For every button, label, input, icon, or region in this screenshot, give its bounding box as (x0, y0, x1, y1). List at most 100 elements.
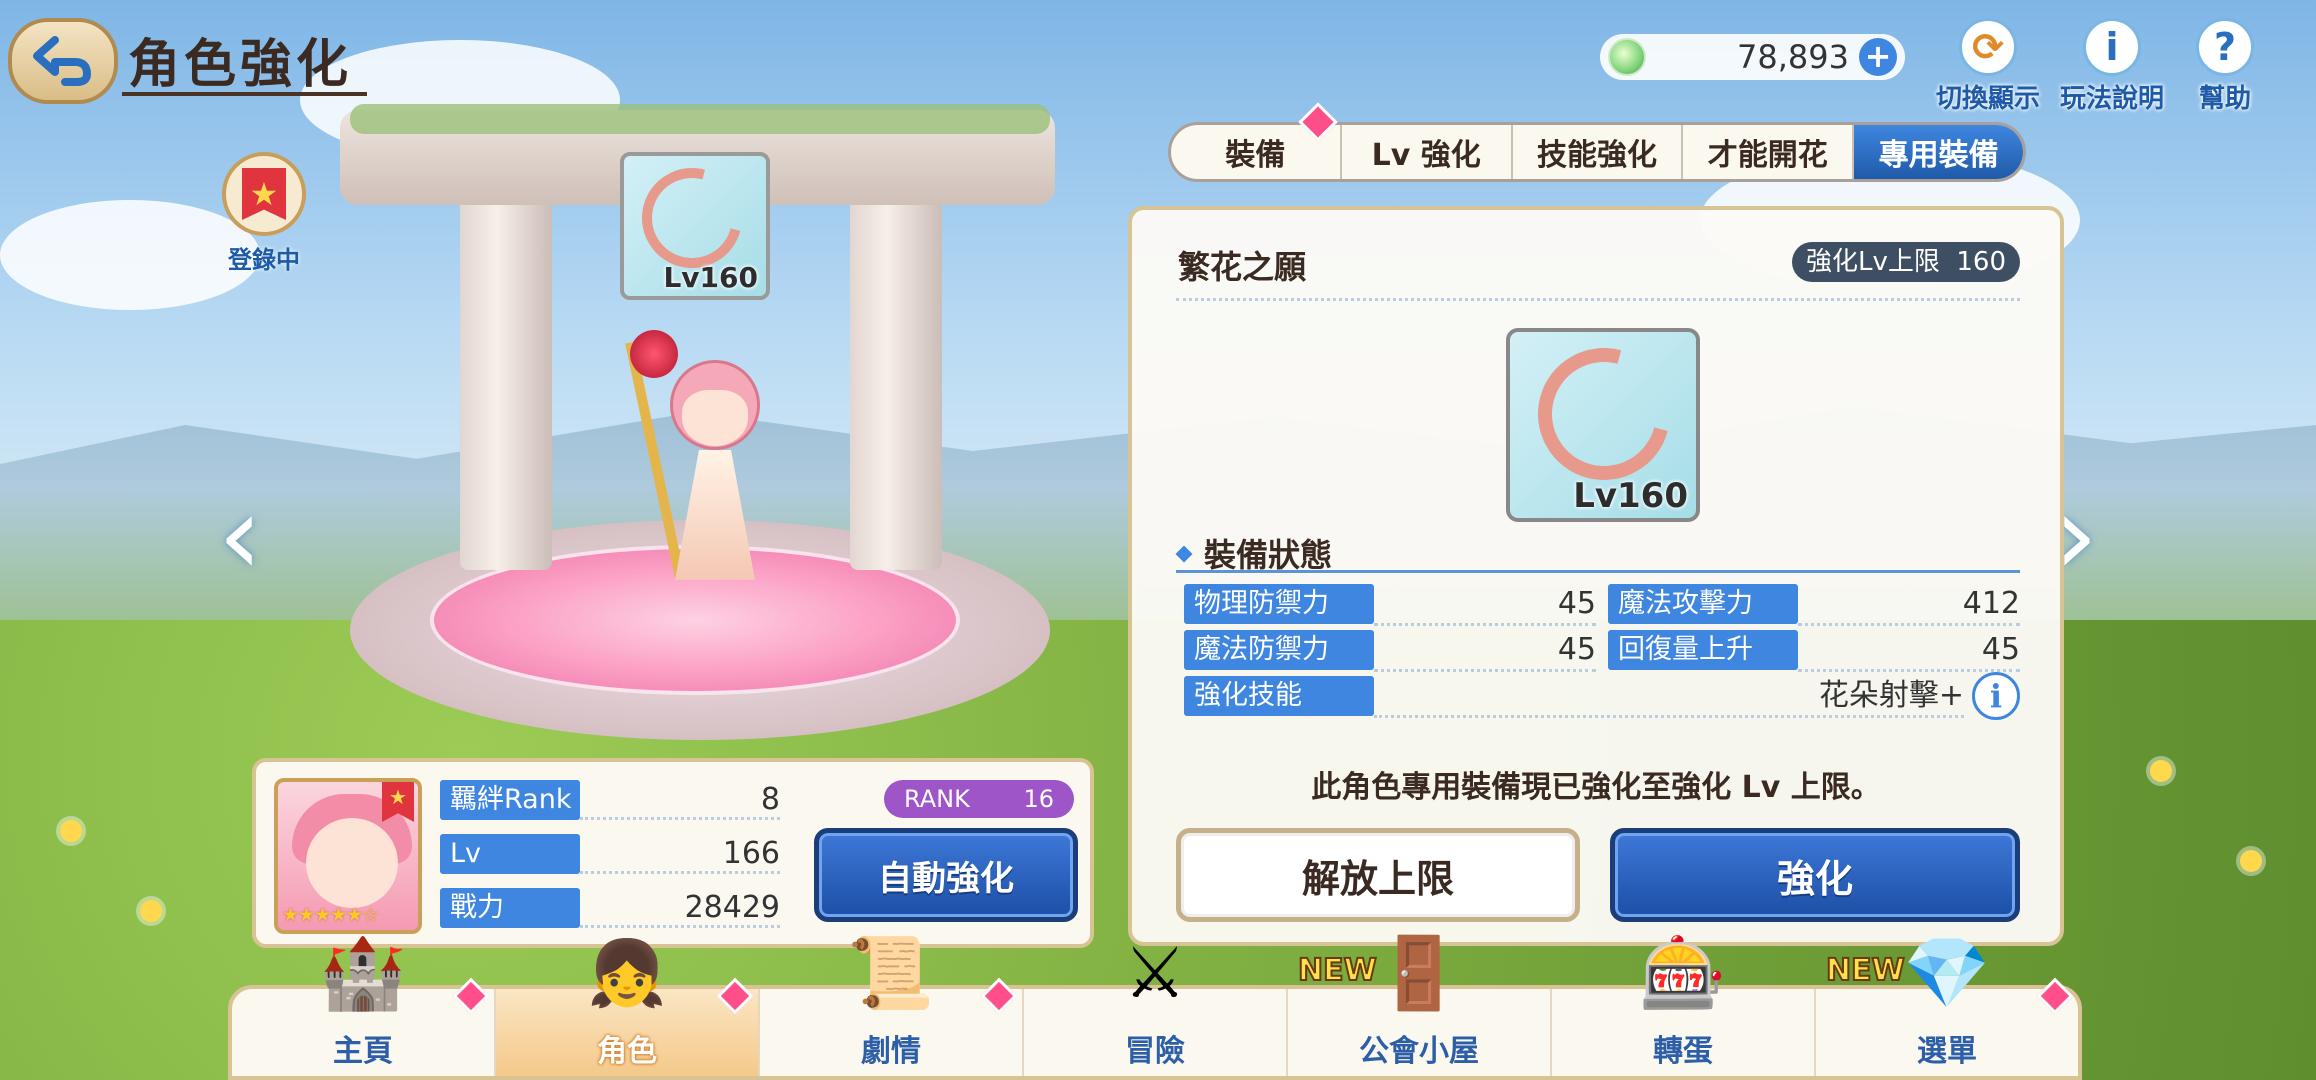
auto-enhance-button[interactable]: 自動強化 (814, 828, 1078, 922)
nav-character[interactable]: 👧 角色 (496, 937, 760, 1076)
nav-label: 轉蛋 (1653, 1034, 1713, 1069)
info-icon: i (2083, 18, 2141, 76)
release-limit-button[interactable]: 解放上限 (1176, 828, 1580, 922)
equipment-name: 繁花之願 (1178, 248, 1307, 286)
skill-label: 強化技能 (1184, 676, 1374, 716)
rank-value: 16 (1023, 785, 1054, 813)
meadow-flower (2150, 760, 2172, 782)
nav-label: 冒險 (1125, 1034, 1185, 1069)
registered-label: 登錄中 (228, 246, 300, 274)
enhance-button[interactable]: 強化 (1610, 828, 2020, 922)
nav-menu[interactable]: 💎 NEW 選單 (1816, 932, 2078, 1076)
back-button[interactable] (8, 18, 118, 104)
help-label: 幫助 (2198, 84, 2251, 114)
how-to-play-label: 玩法說明 (2060, 84, 2165, 114)
meadow-flower (2240, 850, 2262, 872)
gazebo-roof-moss (350, 104, 1050, 134)
stat-value: 28429 (684, 890, 780, 925)
help-icon: ? (2196, 18, 2254, 76)
stat-label: 戰力 (440, 888, 580, 928)
castle-icon: 🏰 (319, 931, 407, 1014)
skill-name: 花朵射擊+ (1818, 678, 1964, 713)
section-diamond-icon (1175, 545, 1193, 563)
power-row: 戰力 28429 (440, 888, 780, 928)
how-to-play-button[interactable]: i 玩法說明 (2060, 18, 2164, 115)
background-cloud (0, 200, 260, 310)
tab-skill-enhance[interactable]: 技能強化 (1513, 125, 1684, 179)
character-sprite[interactable] (625, 330, 790, 600)
attribute-label: 物理防禦力 (1184, 584, 1374, 624)
character-portrait[interactable]: ★ ★★★★★☆ (274, 778, 422, 934)
skill-info-icon[interactable]: i (1972, 672, 2020, 720)
rank-label: RANK (904, 785, 970, 813)
nav-label: 選單 (1917, 1034, 1977, 1069)
new-badge: NEW (1825, 952, 1906, 989)
registered-badge[interactable]: ★ 登錄中 (222, 152, 306, 275)
help-button[interactable]: ? 幫助 (2196, 18, 2254, 115)
nav-gacha[interactable]: 🎰 轉蛋 (1552, 932, 1816, 1076)
nav-adventure[interactable]: ⚔ 冒險 (1024, 932, 1288, 1076)
nav-label: 角色 (597, 1034, 657, 1069)
meadow-flower (140, 900, 162, 922)
tab-level-up[interactable]: Lv 強化 (1342, 125, 1513, 179)
attribute-label: 回復量上升 (1608, 630, 1798, 670)
gazebo-pillar (460, 190, 552, 570)
attribute-row: 物理防禦力 45 (1184, 584, 1596, 626)
flag-sword-icon: ⚔ (1123, 932, 1187, 1014)
level-cap-value: 160 (1956, 247, 2006, 277)
prev-character-arrow[interactable]: ‹ (210, 480, 270, 590)
jewel-count: 78,893 (1737, 38, 1849, 76)
jewel-icon (1608, 38, 1646, 76)
bottom-navigation: 🏰 主頁 👧 角色 📜 劇情 ⚔ 冒險 🚪 NEW 公會小屋 🎰 轉蛋 💎 NE… (228, 932, 2082, 1080)
house-door-icon: 🚪 (1375, 931, 1463, 1014)
back-arrow-icon (33, 36, 91, 86)
add-jewel-button[interactable]: + (1859, 38, 1897, 76)
character-info-panel: ★ ★★★★★☆ 羈絆Rank 8 Lv 166 戰力 28429 RANK 1… (252, 758, 1094, 948)
attribute-value: 45 (1557, 586, 1596, 621)
level-cap-badge: 強化Lv上限 160 (1791, 242, 2020, 282)
rarity-stars: ★★★★★☆ (282, 904, 379, 926)
gacha-icon: 🎰 (1639, 931, 1727, 1014)
attribute-value: 412 (1962, 586, 2020, 621)
skill-row: 強化技能 花朵射擊+ (1184, 676, 1964, 718)
scroll-icon: 📜 (847, 931, 935, 1014)
nav-label: 主頁 (333, 1034, 393, 1069)
nav-label: 公會小屋 (1359, 1034, 1479, 1069)
attribute-row: 魔法防禦力 45 (1184, 630, 1596, 672)
jewel-currency: 78,893 + (1600, 34, 1905, 80)
tab-unique-equipment[interactable]: 專用裝備 (1854, 125, 2023, 179)
tab-star-bloom[interactable]: 才能開花 (1683, 125, 1855, 179)
title-underline (122, 92, 367, 96)
rose-icon (630, 330, 678, 378)
level-row: Lv 166 (440, 834, 780, 874)
attribute-value: 45 (1557, 632, 1596, 667)
page-title: 角色強化 (128, 35, 353, 95)
attribute-row: 魔法攻擊力 412 (1608, 584, 2020, 626)
new-badge: NEW (1297, 952, 1378, 989)
nav-guild-house[interactable]: 🚪 NEW 公會小屋 (1288, 932, 1552, 1076)
character-swap-icon: ⟳ (1959, 18, 2017, 76)
unique-equipment-icon[interactable]: Lv160 (1506, 328, 1700, 522)
attribute-label: 魔法攻擊力 (1608, 584, 1798, 624)
nav-home[interactable]: 🏰 主頁 (232, 932, 496, 1076)
max-level-message: 此角色專用裝備現已強化至強化 Lv 上限。 (1311, 770, 1881, 805)
bond-rank-row: 羈絆Rank 8 (440, 780, 780, 820)
attribute-label: 魔法防禦力 (1184, 630, 1374, 670)
stat-value: 8 (760, 782, 780, 817)
stat-value: 166 (722, 836, 780, 871)
nav-story[interactable]: 📜 劇情 (760, 932, 1024, 1076)
unique-equipment-panel: 繁花之願 強化Lv上限 160 Lv160 裝備狀態 物理防禦力 45 魔法防禦… (1128, 206, 2064, 946)
level-cap-label: 強化Lv上限 (1805, 247, 1940, 277)
character-icon: 👧 (587, 936, 667, 1011)
attribute-row: 回復量上升 45 (1608, 630, 2020, 672)
unique-equipment-thumbnail[interactable]: Lv160 (620, 152, 770, 300)
stat-label: Lv (440, 834, 580, 874)
gazebo-pillar (850, 190, 942, 570)
switch-display-label: 切換顯示 (1936, 84, 2041, 114)
switch-display-button[interactable]: ⟳ 切換顯示 (1936, 18, 2040, 115)
enhance-tabs: 裝備 Lv 強化 技能強化 才能開花 專用裝備 (1168, 122, 2026, 182)
equipment-level: Lv160 (663, 261, 758, 294)
equipment-level: Lv160 (1573, 476, 1688, 516)
meadow-flower (60, 820, 82, 842)
rank-badge: RANK 16 (884, 780, 1074, 818)
